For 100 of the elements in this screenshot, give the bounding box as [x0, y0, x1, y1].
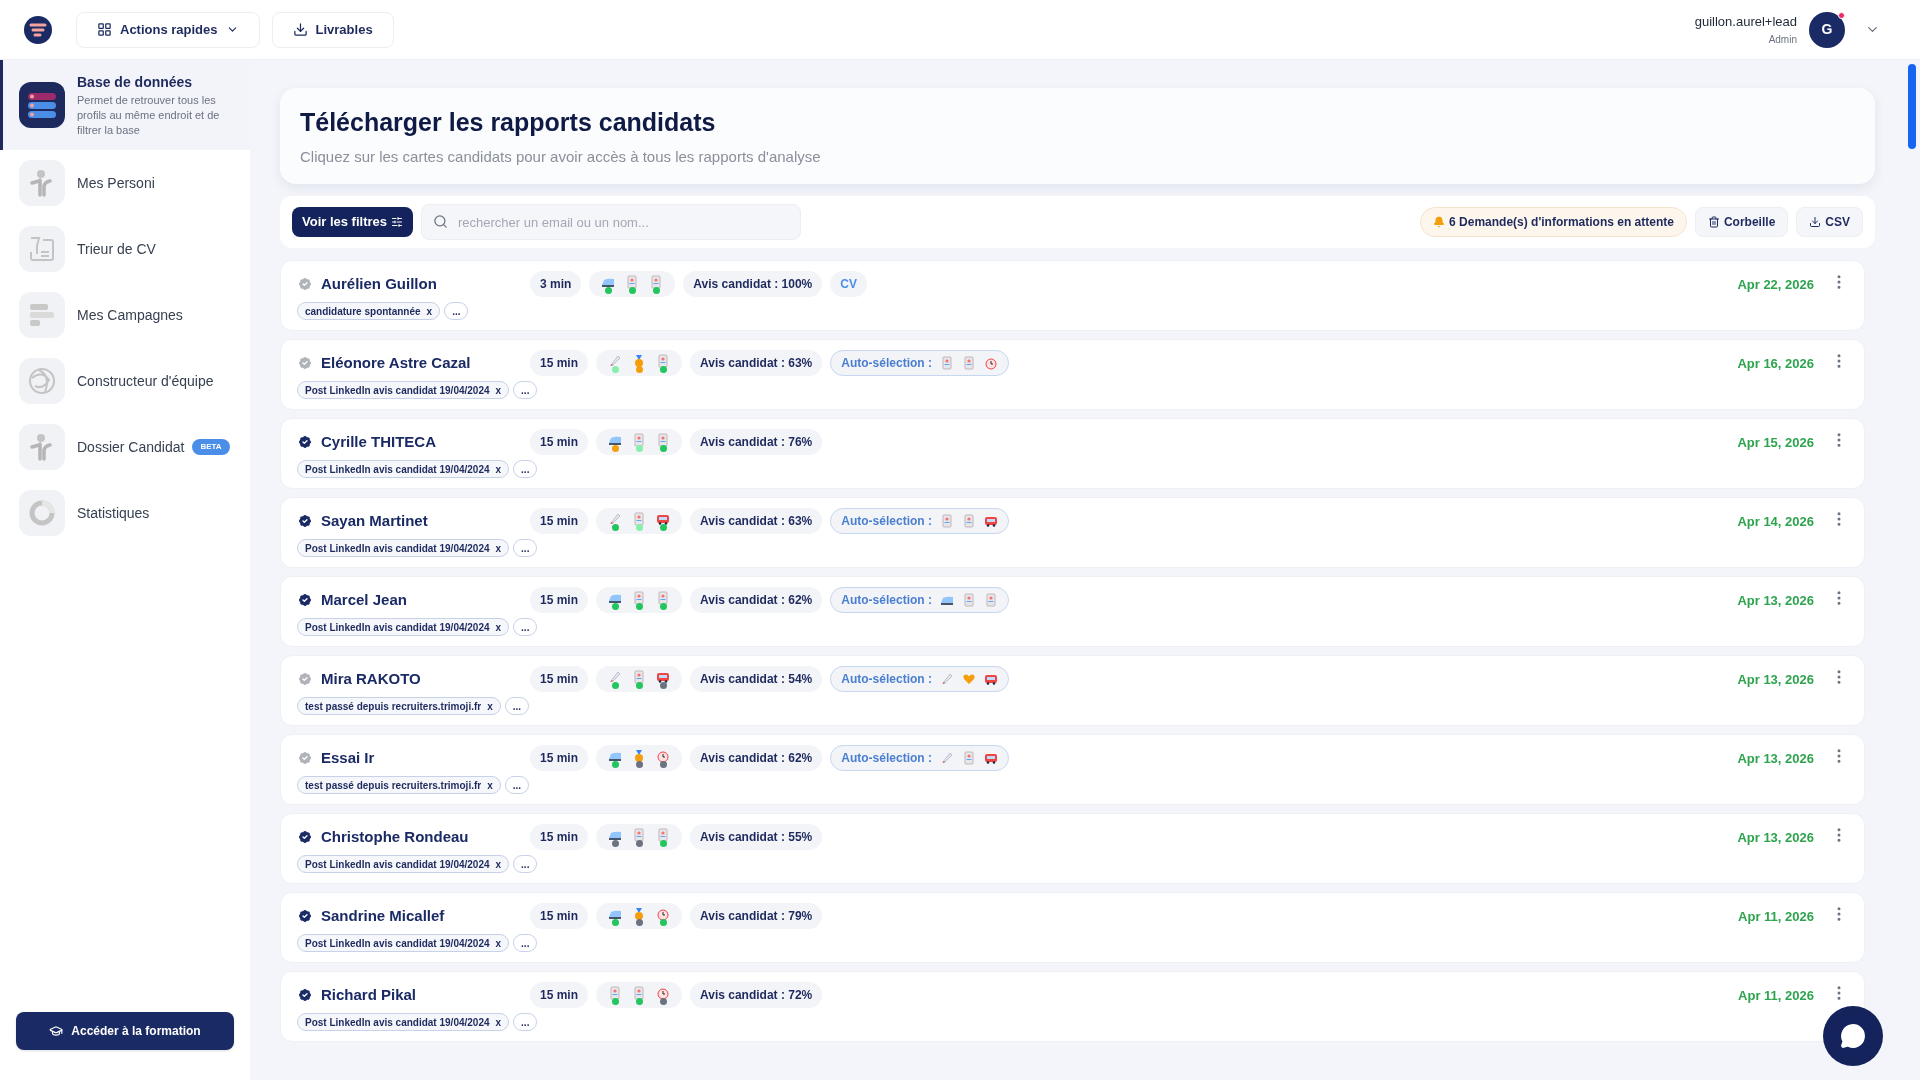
candidate-date: Apr 13, 2026 — [1737, 750, 1814, 768]
quick-actions-button[interactable]: Actions rapides — [76, 11, 260, 48]
tag-label: Post LinkedIn avis candidat 19/04/2024 — [305, 620, 490, 635]
tag-label: test passé depuis recruiters.trimoji.fr — [305, 699, 482, 714]
alarm-icon — [656, 985, 670, 1000]
auto-selection-label: Auto-sélection : — [841, 355, 932, 372]
training-button[interactable]: Accéder à la formation — [16, 1012, 234, 1050]
rating-chip: Avis candidat : 79% — [690, 903, 823, 929]
candidate-card[interactable]: Essai Ir 15 min Avis candidat : 62% Auto-sélection : test passé depuis recruiters.trimoji.fr x ... Apr 13, 2026 — [280, 734, 1865, 805]
tag-remove[interactable]: x — [495, 382, 502, 398]
doc-icon — [961, 593, 976, 607]
candidate-name: Eléonore Astre Cazal — [321, 352, 471, 373]
tag-remove[interactable]: x — [495, 461, 502, 477]
duration-chip: 15 min — [530, 903, 588, 929]
sidebar-item[interactable]: Trieur de CV — [0, 216, 250, 282]
download-icon — [1809, 216, 1822, 228]
search-field[interactable]: rechercher un email ou un nom... — [421, 204, 801, 240]
candidate-date: Apr 13, 2026 — [1737, 671, 1814, 689]
globe-icon — [19, 358, 65, 404]
doc-icon — [656, 827, 670, 842]
duration-chip: 15 min — [530, 745, 588, 771]
database-icon — [19, 82, 65, 128]
sidebar-label: Dossier Candidat — [77, 437, 185, 457]
tag-remove[interactable]: x — [495, 1014, 502, 1030]
bus-icon — [983, 514, 998, 528]
sidebar-item[interactable]: Mes Campagnes — [0, 282, 250, 348]
chat-button[interactable] — [1823, 1006, 1883, 1066]
tag-chip[interactable]: test passé depuis recruiters.trimoji.fr x — [297, 697, 501, 715]
user-avatar[interactable]: G — [1809, 11, 1845, 48]
sidebar-item[interactable]: Base de données Permet de retrouver tous les profils au même endroit et de filtrer la base — [0, 60, 250, 150]
tag-label: Post LinkedIn avis candidat 19/04/2024 — [305, 1015, 490, 1030]
tag-chip[interactable]: Post LinkedIn avis candidat 19/04/2024 x — [297, 460, 510, 478]
tag-label: Post LinkedIn avis candidat 19/04/2024 — [305, 541, 490, 556]
user-name: guillon.aurel+lead — [1694, 13, 1797, 32]
tag-label: candidature spontannée — [305, 304, 421, 319]
person-icon — [19, 424, 65, 470]
tag-remove[interactable]: x — [487, 698, 493, 714]
scrollbar[interactable] — [1908, 64, 1916, 149]
candidate-date: Apr 13, 2026 — [1737, 592, 1814, 610]
tag-chip[interactable]: Post LinkedIn avis candidat 19/04/2024 x — [297, 934, 510, 952]
sidebar-item[interactable]: Dossier Candidat BETA — [0, 414, 250, 480]
search-icon — [433, 214, 448, 229]
tag-remove[interactable]: x — [495, 540, 502, 556]
tag-remove[interactable]: x — [487, 777, 493, 793]
doc-icon — [608, 985, 622, 1000]
candidate-card[interactable]: Mira RAKOTO 15 min Avis candidat : 54% Auto-sélection : test passé depuis recruiters.trimoji.fr x ... Apr 13, 2026 — [280, 655, 1865, 726]
tag-chip[interactable]: candidature spontannée x — [297, 302, 441, 320]
tag-chip[interactable]: Post LinkedIn avis candidat 19/04/2024 x — [297, 381, 510, 399]
sidebar-item[interactable]: Mes Personi — [0, 150, 250, 216]
candidate-card[interactable]: Christophe Rondeau 15 min Avis candidat : 55% Post LinkedIn avis candidat 19/04/2024 x ... Apr 13, 2026 — [280, 813, 1865, 884]
doc-icon — [632, 432, 646, 447]
logo-icon[interactable] — [24, 15, 52, 44]
bars-icon — [19, 292, 65, 338]
tag-remove[interactable]: x — [495, 856, 502, 872]
candidate-card[interactable]: Cyrille THITECA 15 min Avis candidat : 76% Post LinkedIn avis candidat 19/04/2024 x ... Apr 15, 2026 — [280, 418, 1865, 489]
rating-chip: Avis candidat : 63% — [690, 350, 823, 376]
sidebar-item[interactable]: Statistiques — [0, 480, 250, 546]
tag-chip[interactable]: Post LinkedIn avis candidat 19/04/2024 x — [297, 618, 510, 636]
pending-requests-button[interactable]: 6 Demande(s) d'informations en attente — [1420, 207, 1687, 237]
deliverables-button[interactable]: Livrables — [271, 11, 394, 48]
tag-remove[interactable]: x — [495, 935, 502, 951]
candidate-card[interactable]: Sayan Martinet 15 min Avis candidat : 63% Auto-sélection : Post LinkedIn avis candidat 19/04/2024 x ... Apr 14, 2026 — [280, 497, 1865, 568]
doc-icon — [961, 751, 976, 765]
tag-chip[interactable]: Post LinkedIn avis candidat 19/04/2024 x — [297, 539, 510, 557]
candidate-card[interactable]: Eléonore Astre Cazal 15 min Avis candidat : 63% Auto-sélection : Post LinkedIn avis candidat 19/04/2024 x ... Apr 16, 2026 — [280, 339, 1865, 410]
tag-remove[interactable]: x — [426, 303, 433, 319]
candidate-card[interactable]: Marcel Jean 15 min Avis candidat : 62% Auto-sélection : Post LinkedIn avis candidat 19/04/2024 x ... Apr 13, 2026 — [280, 576, 1865, 647]
tag-remove[interactable]: x — [495, 619, 502, 635]
bus-icon — [983, 672, 998, 686]
sidebar-description: Permet de retrouver tous les profils au même endroit et de filtrer la base — [77, 93, 221, 138]
download-icon — [292, 22, 308, 37]
tag-chip[interactable]: test passé depuis recruiters.trimoji.fr x — [297, 776, 501, 794]
trash-button[interactable]: Corbeille — [1694, 207, 1789, 237]
doc-icon — [656, 353, 670, 368]
candidate-name: Marcel Jean — [321, 589, 407, 610]
doc-icon — [939, 514, 954, 528]
candidate-name: Richard Pikal — [321, 984, 417, 1005]
candidate-card[interactable]: Sandrine Micallef 15 min Avis candidat : 79% Post LinkedIn avis candidat 19/04/2024 x ... Apr 11, 2026 — [280, 892, 1865, 963]
candidate-name: Essai Ir — [321, 747, 375, 768]
candidate-card[interactable]: Richard Pikal 15 min Avis candidat : 72% Post LinkedIn avis candidat 19/04/2024 x ... Apr 11, 2026 — [280, 971, 1865, 1042]
candidate-name: Cyrille THITECA — [321, 431, 437, 452]
auto-selection-label: Auto-sélection : — [841, 592, 932, 609]
candidate-date: Apr 15, 2026 — [1737, 434, 1814, 452]
doc-icon — [625, 274, 640, 289]
sidebar-item[interactable]: Constructeur d'équipe — [0, 348, 250, 414]
candidate-date: Apr 14, 2026 — [1737, 513, 1814, 531]
chat-icon — [1840, 1023, 1866, 1049]
doc-icon — [961, 356, 976, 370]
candidate-date: Apr 11, 2026 — [1738, 908, 1814, 926]
duration-chip: 3 min — [530, 271, 582, 297]
doc-icon — [656, 590, 670, 605]
doc-icon — [983, 593, 998, 607]
candidate-date: Apr 22, 2026 — [1737, 276, 1814, 294]
tag-chip[interactable]: Post LinkedIn avis candidat 19/04/2024 x — [297, 855, 510, 873]
candidate-name: Mira RAKOTO — [321, 668, 421, 689]
candidate-card[interactable]: Aurélien Guillon 3 min Avis candidat : 100% CV candidature spontannée x ... Apr 22, 2026 — [280, 260, 1865, 331]
candidate-name: Christophe Rondeau — [321, 826, 469, 847]
csv-button[interactable]: CSV — [1796, 207, 1863, 237]
tag-chip[interactable]: Post LinkedIn avis candidat 19/04/2024 x — [297, 1013, 510, 1031]
filters-button[interactable]: Voir les filtres — [292, 207, 413, 237]
